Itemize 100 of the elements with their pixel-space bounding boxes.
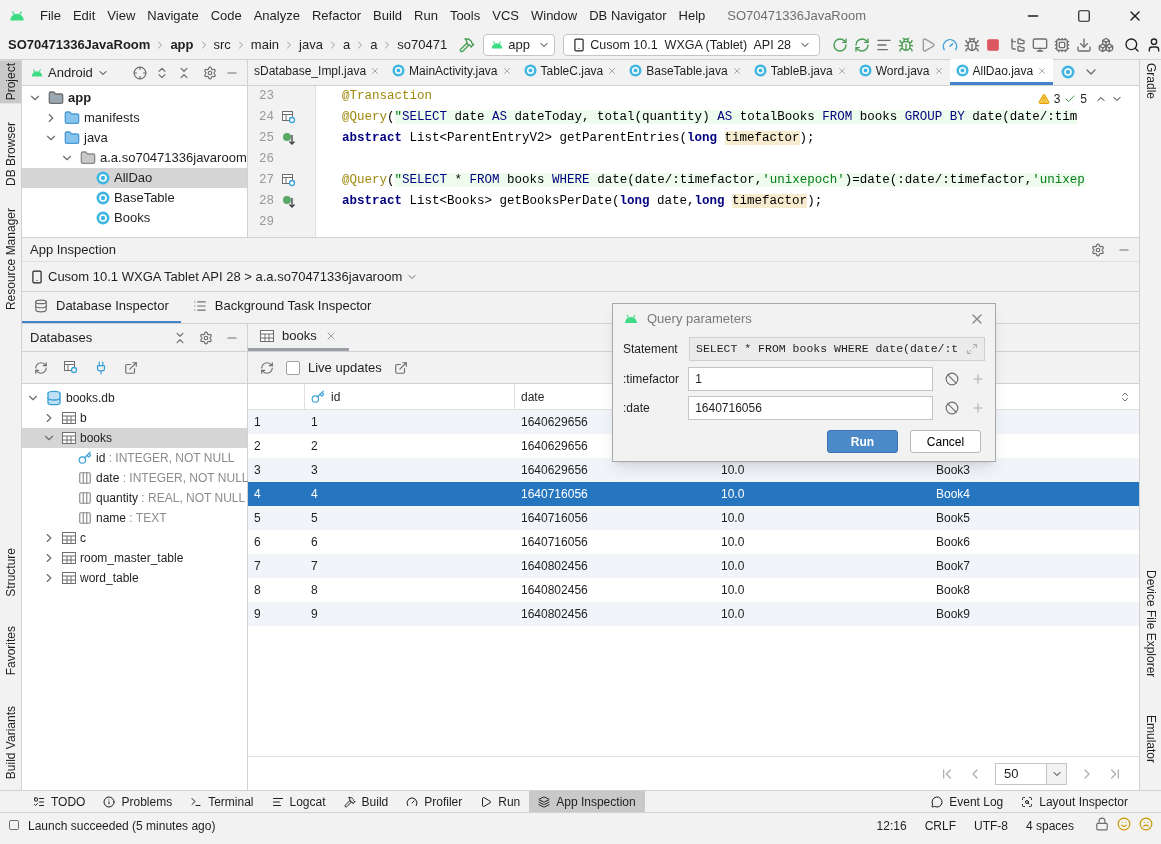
- table-row[interactable]: 4 4 1640716056 10.0 Book4: [248, 482, 1139, 506]
- menu-item[interactable]: Help: [672, 5, 712, 26]
- tree-item[interactable]: word_table: [22, 568, 247, 588]
- device-dropdown[interactable]: Cusom 10.1 WXGA (Tablet) API 28: [563, 34, 821, 56]
- tool-window-tab[interactable]: Project: [0, 60, 21, 104]
- tree-item[interactable]: a.a.so70471336javaroom: [22, 148, 247, 168]
- tool-window-tab[interactable]: Favorites: [0, 623, 21, 679]
- tree-item[interactable]: c: [22, 528, 247, 548]
- breadcrumb[interactable]: a: [342, 35, 351, 55]
- tree-item[interactable]: quantity : REAL, NOT NULL: [22, 488, 247, 508]
- tree-item[interactable]: manifests: [22, 108, 247, 128]
- panel-title: App Inspection: [30, 240, 116, 259]
- tool-window-tab[interactable]: Build Variants: [0, 702, 21, 782]
- tree-item[interactable]: books.db: [22, 388, 247, 408]
- table-cell: 1: [311, 415, 318, 429]
- table-cell: Book5: [936, 511, 971, 525]
- window-title: SO70471336JavaRoom: [727, 6, 867, 25]
- tool-window-tab[interactable]: Emulator: [1140, 711, 1161, 766]
- tool-window-button[interactable]: Profiler: [397, 790, 472, 813]
- input-field[interactable]: 1: [688, 366, 933, 391]
- column-header[interactable]: date: [521, 387, 545, 406]
- tree-item[interactable]: Books: [22, 208, 247, 228]
- warning-count[interactable]: 3: [1053, 90, 1061, 108]
- table-cell: 3: [254, 463, 261, 477]
- inspector-tab[interactable]: Background Task Inspector: [180, 291, 384, 323]
- menu-item[interactable]: Edit: [66, 5, 102, 26]
- table-row[interactable]: 7 7 1640802456 10.0 Book7: [248, 554, 1139, 578]
- status-item[interactable]: 12:16: [871, 817, 912, 835]
- tool-window-tab[interactable]: Device File Explorer: [1140, 566, 1161, 680]
- tool-window-button[interactable]: Logcat: [262, 790, 335, 813]
- tree-item[interactable]: id : INTEGER, NOT NULL: [22, 448, 247, 468]
- editor-tab[interactable]: AllDao.java: [949, 59, 1054, 85]
- tool-window-button[interactable]: TODO: [24, 790, 95, 813]
- tool-window-tab[interactable]: Gradle: [1140, 60, 1161, 103]
- table-cell: Book7: [936, 559, 971, 573]
- tool-window-tab[interactable]: Structure: [0, 544, 21, 600]
- editor-tab[interactable]: BaseTable.java: [623, 59, 748, 85]
- field-label: :date: [623, 399, 651, 417]
- menu-item[interactable]: VCS: [486, 5, 525, 26]
- tool-window-tab[interactable]: DB Browser: [0, 119, 21, 190]
- process-dropdown[interactable]: Cusom 10.1 WXGA Tablet API 28 > a.a.so70471336javaroom: [30, 266, 419, 287]
- cancel-button[interactable]: Cancel: [910, 430, 981, 453]
- menu-item[interactable]: View: [101, 5, 142, 26]
- menu-item[interactable]: Code: [204, 5, 248, 26]
- breadcrumb[interactable]: java: [299, 35, 323, 55]
- tool-window-button[interactable]: Build: [334, 790, 398, 813]
- tree-item[interactable]: room_master_table: [22, 548, 247, 568]
- table-cell: 3: [311, 463, 318, 477]
- tool-window-button[interactable]: Problems: [94, 790, 182, 813]
- page-size-dropdown[interactable]: 50: [995, 762, 1067, 785]
- menu-item[interactable]: Refactor: [305, 5, 368, 26]
- tree-item[interactable]: date : INTEGER, NOT NULL: [22, 468, 247, 488]
- tree-item[interactable]: name : TEXT: [22, 508, 247, 528]
- tree-item[interactable]: AllDao: [22, 168, 247, 188]
- breadcrumb[interactable]: main: [250, 35, 280, 55]
- statement-field[interactable]: SELECT * FROM books WHERE date(date/:t: [689, 337, 985, 361]
- breadcrumb[interactable]: app: [170, 35, 194, 55]
- table-row[interactable]: 9 9 1640802456 10.0 Book9: [248, 602, 1139, 626]
- menu-item[interactable]: Window: [524, 5, 584, 26]
- status-item[interactable]: 4 spaces: [1020, 817, 1079, 835]
- editor-tab[interactable]: TableC.java: [517, 59, 624, 85]
- table-cell: 10.0: [721, 559, 745, 573]
- breadcrumb[interactable]: SO70471336JavaRoom: [8, 35, 151, 55]
- column-header[interactable]: id: [331, 387, 341, 406]
- table-row[interactable]: 3 3 1640629656 10.0 Book3: [248, 458, 1139, 482]
- tree-item[interactable]: BaseTable: [22, 188, 247, 208]
- tool-window-button[interactable]: Run: [471, 790, 530, 813]
- status-item[interactable]: CRLF: [919, 817, 961, 835]
- status-item[interactable]: UTF-8: [968, 817, 1013, 835]
- breadcrumb[interactable]: a: [370, 35, 378, 55]
- passed-count[interactable]: 5: [1080, 90, 1087, 108]
- tool-window-button[interactable]: Event Log: [922, 790, 1013, 813]
- menu-item[interactable]: Run: [408, 5, 444, 26]
- table-cell: 1640802456: [521, 607, 588, 621]
- breadcrumb[interactable]: so70471: [397, 35, 448, 55]
- tree-item[interactable]: b: [22, 408, 247, 428]
- field-label: :timefactor: [623, 370, 680, 388]
- tree-item[interactable]: books: [22, 428, 247, 448]
- menu-item[interactable]: Analyze: [247, 5, 306, 26]
- editor-tab[interactable]: MainActivity.java: [386, 59, 518, 85]
- editor-tab[interactable]: sDatabase_Impl.java: [248, 59, 387, 85]
- tool-window-button[interactable]: Terminal: [181, 790, 263, 813]
- line-number: 28: [258, 193, 274, 211]
- tree-item[interactable]: java: [22, 128, 247, 148]
- editor-tab[interactable]: TableB.java: [747, 59, 853, 85]
- tool-window-tab[interactable]: Resource Manager: [0, 205, 21, 314]
- run-button[interactable]: Run: [827, 430, 898, 453]
- input-field[interactable]: 1640716056: [688, 395, 933, 420]
- tree-item[interactable]: app: [22, 88, 247, 108]
- breadcrumb[interactable]: src: [213, 35, 231, 55]
- menu-item[interactable]: File: [34, 5, 67, 26]
- table-row[interactable]: 5 5 1640716056 10.0 Book5: [248, 506, 1139, 530]
- menu-item[interactable]: Build: [367, 5, 408, 26]
- editor-tab[interactable]: Word.java: [852, 59, 950, 85]
- menu-item[interactable]: DB Navigator: [583, 5, 673, 26]
- run-config-dropdown[interactable]: app: [483, 34, 556, 56]
- menu-item[interactable]: Tools: [443, 5, 487, 26]
- tool-window-button[interactable]: Layout Inspector: [1012, 790, 1137, 813]
- tool-window-button[interactable]: App Inspection: [529, 790, 645, 813]
- menu-item[interactable]: Navigate: [141, 5, 205, 26]
